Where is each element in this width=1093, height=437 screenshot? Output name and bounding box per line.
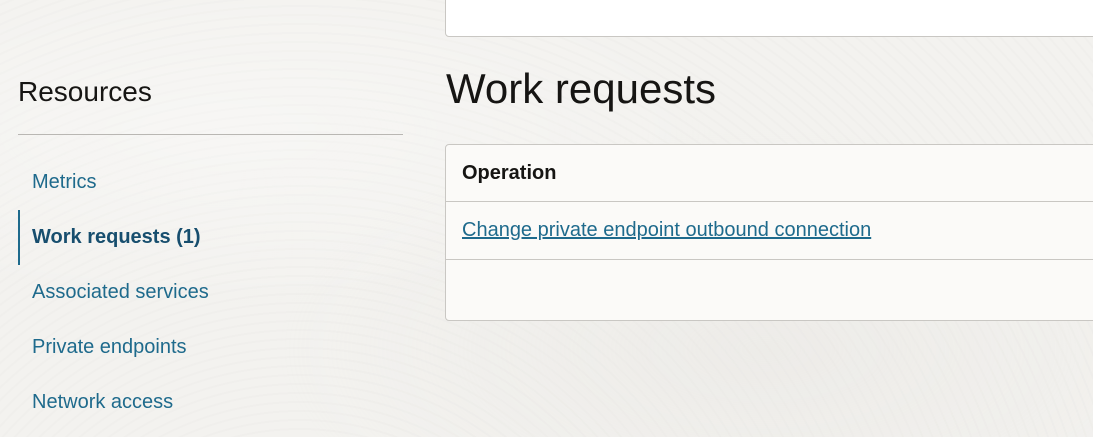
resources-nav: Metrics Work requests (1) Associated ser… (18, 155, 403, 430)
resources-item-associated-services[interactable]: Associated services (18, 265, 403, 320)
page-title: Work requests (446, 65, 716, 112)
table-footer (446, 260, 1093, 320)
operation-link[interactable]: Change private endpoint outbound connect… (462, 219, 871, 242)
table-header-operation: Operation (446, 145, 1093, 202)
resources-item-work-requests[interactable]: Work requests (1) (18, 210, 403, 265)
top-card (445, 0, 1093, 37)
resources-item-metrics[interactable]: Metrics (18, 155, 403, 210)
resources-divider (18, 134, 403, 135)
resources-item-network-access[interactable]: Network access (18, 375, 403, 430)
work-requests-table: Operation Change private endpoint outbou… (445, 144, 1093, 321)
resources-title: Resources (18, 76, 152, 107)
resources-item-private-endpoints[interactable]: Private endpoints (18, 320, 403, 375)
table-row: Change private endpoint outbound connect… (446, 202, 1093, 260)
